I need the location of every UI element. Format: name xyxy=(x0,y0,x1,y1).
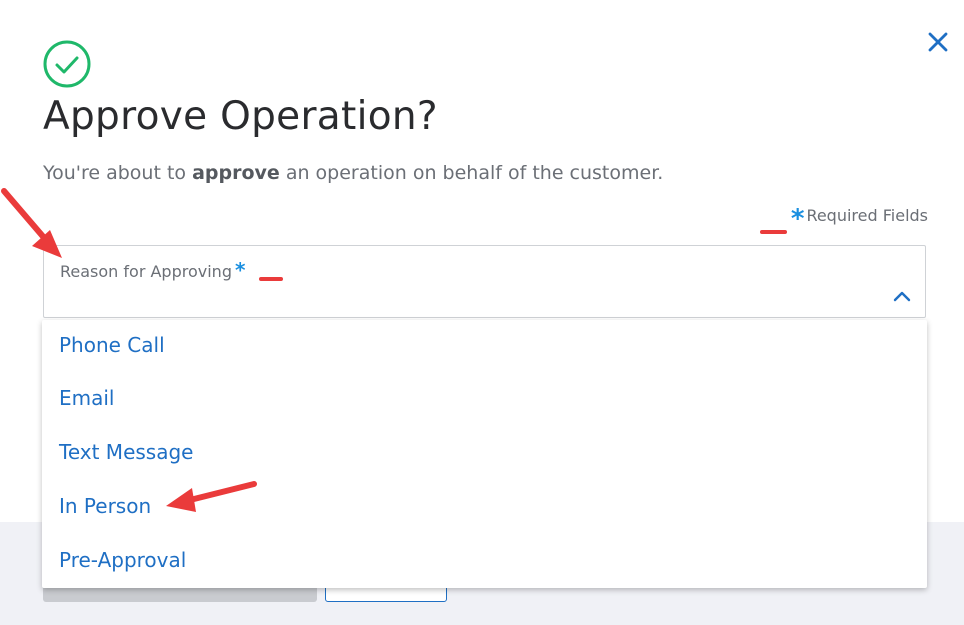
reason-select-label: Reason for Approving * xyxy=(60,258,245,282)
reason-select[interactable]: Reason for Approving * xyxy=(43,245,926,318)
dialog-title: Approve Operation? xyxy=(43,94,438,139)
close-icon[interactable] xyxy=(926,30,950,54)
option-pre-approval[interactable]: Pre-Approval xyxy=(42,535,927,585)
option-in-person[interactable]: In Person xyxy=(42,481,927,531)
option-phone-call[interactable]: Phone Call xyxy=(42,320,927,370)
option-email[interactable]: Email xyxy=(42,373,927,423)
required-fields-note: * Required Fields xyxy=(791,204,928,234)
required-asterisk: * xyxy=(790,204,805,234)
dialog-subtitle: You're about to approve an operation on … xyxy=(43,162,663,184)
option-text-message[interactable]: Text Message xyxy=(42,427,927,477)
check-circle-icon xyxy=(43,40,91,88)
subtitle-suffix: an operation on behalf of the customer. xyxy=(279,162,664,184)
reason-options-menu: Phone Call Email Text Message In Person … xyxy=(42,320,927,588)
approve-operation-dialog: Approve Operation? You're about to appro… xyxy=(0,0,964,625)
reason-label-text: Reason for Approving xyxy=(60,262,232,281)
subtitle-emphasis: approve xyxy=(192,162,280,184)
required-fields-text: Required Fields xyxy=(806,206,928,225)
subtitle-prefix: You're about to xyxy=(43,162,193,184)
reason-required-asterisk: * xyxy=(234,258,246,282)
chevron-up-icon[interactable] xyxy=(893,290,911,302)
